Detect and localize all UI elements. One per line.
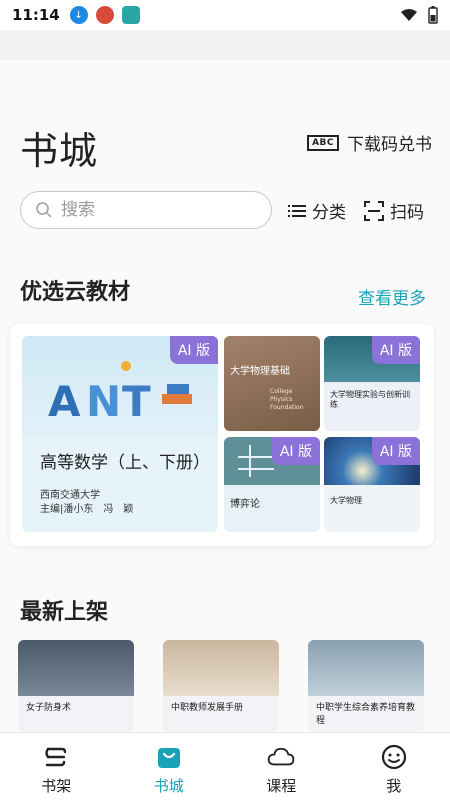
new-arrivals-list: 女子防身术 中职教师发展手册 中职学生综合素养培育教程 <box>0 640 450 732</box>
app-notification-icon-2 <box>121 6 140 24</box>
download-icon: ↓ <box>69 6 88 24</box>
featured-book-game-theory[interactable]: AI 版 博弈论 <box>224 437 320 532</box>
category-label: 分类 <box>312 203 346 223</box>
new-arrivals-title: 最新上架 <box>20 600 109 625</box>
app-notification-icon <box>95 6 114 24</box>
new-book-card[interactable]: 中职学生综合素养培育教程 <box>308 640 424 732</box>
book-title: 博弈论 <box>230 499 260 510</box>
status-time: 11:14 <box>12 6 60 24</box>
book-cover-image <box>163 640 279 696</box>
ai-version-badge: AI 版 <box>371 336 420 364</box>
ai-version-badge: AI 版 <box>169 336 218 364</box>
redeem-code-button[interactable]: ABC 下载码兑书 <box>307 130 432 155</box>
bookstore-icon <box>155 743 183 771</box>
smile-icon <box>380 743 408 771</box>
book-title: 高等数学（上、下册） <box>40 453 210 473</box>
tab-label: 书架 <box>41 777 72 795</box>
new-book-card[interactable]: 中职教师发展手册 <box>163 640 279 732</box>
book-title: 大学物理 <box>330 496 362 505</box>
book-cover-image <box>308 640 424 696</box>
scan-label: 扫码 <box>390 203 424 223</box>
status-bar: 11:14 ↓ <box>0 0 450 30</box>
scan-button[interactable]: 扫码 <box>364 198 424 223</box>
featured-textbooks: A N T AI 版 高等数学（上、下册） 西南交通大学 主编|潘小东 冯 颖 … <box>10 324 434 546</box>
tab-label: 我 <box>386 777 402 795</box>
book-authors: 主编|潘小东 冯 颖 <box>40 504 134 515</box>
cloud-icon <box>267 743 295 771</box>
view-more-link[interactable]: 查看更多 <box>358 284 426 309</box>
abc-code-icon: ABC <box>307 134 339 151</box>
featured-book-physics-foundation[interactable]: 大学物理基础 College Physics Foundation <box>224 336 320 431</box>
ai-version-badge: AI 版 <box>271 437 320 465</box>
page-title: 书城 <box>20 129 99 173</box>
book-cover-subtitle: College Physics Foundation <box>270 388 304 411</box>
scan-icon <box>364 200 384 221</box>
wifi-icon <box>401 9 417 21</box>
search-bar[interactable] <box>20 191 272 229</box>
book-publisher: 西南交通大学 <box>40 490 100 501</box>
battery-icon <box>428 6 438 24</box>
book-cover-title: 大学物理基础 <box>230 366 290 377</box>
book-title: 女子防身术 <box>26 703 72 713</box>
bookstore-page: 书城 ABC 下载码兑书 分类 扫码 优选云教材 查看更多 A N T <box>0 60 450 732</box>
search-input[interactable] <box>61 200 241 220</box>
tab-me[interactable]: 我 <box>338 733 450 800</box>
book-cover-image <box>18 640 134 696</box>
search-icon <box>36 202 52 218</box>
featured-section-title: 优选云教材 <box>20 280 131 305</box>
list-icon <box>288 204 306 217</box>
svg-text:A: A <box>48 377 81 426</box>
tab-label: 书城 <box>153 777 184 795</box>
category-button[interactable]: 分类 <box>288 198 346 223</box>
featured-book-main[interactable]: A N T AI 版 高等数学（上、下册） 西南交通大学 主编|潘小东 冯 颖 <box>22 336 218 532</box>
book-title: 中职教师发展手册 <box>171 703 244 713</box>
top-strip <box>0 30 450 60</box>
svg-text:T: T <box>122 377 151 426</box>
book-title: 中职学生综合素养培育教程 <box>316 703 416 726</box>
tab-bookshelf[interactable]: 书架 <box>0 733 113 800</box>
svg-text:N: N <box>86 377 121 426</box>
tab-label: 课程 <box>266 777 297 795</box>
tab-bookstore[interactable]: 书城 <box>113 733 226 800</box>
featured-book-college-physics[interactable]: AI 版 大学物理 <box>324 437 420 532</box>
featured-book-physics-lab[interactable]: AI 版 大学物理实验与创新训练 <box>324 336 420 431</box>
new-book-card[interactable]: 女子防身术 <box>18 640 134 732</box>
bottom-tab-bar: 书架 书城 课程 我 <box>0 732 450 800</box>
redeem-label: 下载码兑书 <box>347 135 432 155</box>
tab-courses[interactable]: 课程 <box>225 733 338 800</box>
ai-version-badge: AI 版 <box>371 437 420 465</box>
book-title: 大学物理实验与创新训练 <box>330 390 410 410</box>
bookshelf-icon <box>42 743 70 771</box>
